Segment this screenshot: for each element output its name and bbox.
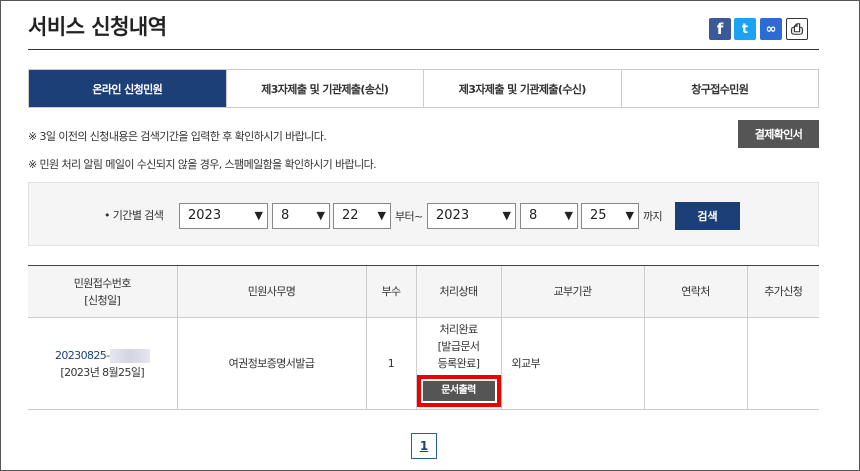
payment-receipt-button[interactable]: 결제확인서 — [738, 120, 819, 148]
header-civil-name: 민원사무명 — [176, 265, 366, 318]
chevron-down-icon: ▼ — [502, 209, 511, 222]
chevron-down-icon: ▼ — [625, 209, 634, 222]
cell-recv-no: 20230825- [2023년 8월25일] — [28, 317, 177, 410]
to-year-select[interactable]: 2023 ▼ — [427, 203, 516, 229]
from-month-value: 8 — [281, 208, 290, 223]
header-recv-date-label: [신청일] — [84, 293, 121, 307]
notice-spam-mail: ※ 민원 처리 알림 메일이 수신되지 않을 경우, 스팸메일함을 확인하시기 … — [28, 158, 377, 171]
chevron-down-icon: ▼ — [377, 209, 386, 222]
status-text: 처리완료 [발급문서 등록완료] — [417, 321, 501, 372]
header-copies: 부수 — [365, 265, 416, 318]
to-month-value: 8 — [529, 208, 538, 223]
cell-contact — [643, 317, 747, 410]
tab-bar: 온라인 신청민원 제3자제출 및 기관제출(송신) 제3자제출 및 기관제출(수… — [28, 69, 819, 108]
to-day-select[interactable]: 25 ▼ — [581, 203, 639, 229]
header-contact: 연락처 — [643, 265, 747, 318]
application-table: 민원접수번호 [신청일] 민원사무명 부수 처리상태 교부기관 연락처 추가신청… — [28, 265, 819, 410]
status-line-2: [발급문서 — [437, 339, 480, 353]
page-frame: 서비스 신청내역 f t ∞ ⎙ 온라인 신청민원 제3자제출 및 기관제출(송… — [0, 0, 860, 471]
status-line-1: 처리완료 — [439, 322, 478, 336]
from-suffix: 부터~ — [395, 210, 423, 223]
highlight-box: 문서출력 — [416, 374, 501, 407]
cell-extra — [746, 317, 819, 410]
page-title: 서비스 신청내역 — [28, 15, 167, 39]
header-recv-no-label: 민원접수번호 — [73, 276, 132, 290]
cell-agency: 외교부 — [500, 317, 644, 410]
from-day-value: 22 — [342, 208, 359, 223]
from-day-select[interactable]: 22 ▼ — [333, 203, 391, 229]
tab-online-application[interactable]: 온라인 신청민원 — [29, 70, 226, 107]
tab-counter-application[interactable]: 창구접수민원 — [620, 70, 819, 107]
tab-third-party-received[interactable]: 제3자제출 및 기관제출(수신) — [423, 70, 621, 107]
from-year-value: 2023 — [188, 208, 222, 223]
page-number-button[interactable]: 1 — [411, 433, 437, 459]
recv-date: [2023년 8월25일] — [60, 365, 145, 379]
search-button[interactable]: 검색 — [675, 202, 740, 230]
table-row: 20230825- [2023년 8월25일] 여권정보증명서발급 1 처리완료… — [28, 317, 819, 410]
header-status: 처리상태 — [415, 265, 501, 318]
cell-civil-name: 여권정보증명서발급 — [176, 317, 366, 410]
to-year-value: 2023 — [436, 208, 470, 223]
to-month-select[interactable]: 8 ▼ — [520, 203, 578, 229]
header-recv-no: 민원접수번호 [신청일] — [28, 265, 177, 318]
tab-third-party-sent[interactable]: 제3자제출 및 기관제출(송신) — [225, 70, 424, 107]
title-divider — [28, 49, 819, 50]
chevron-down-icon: ▼ — [564, 209, 573, 222]
redacted-blur — [109, 348, 150, 363]
twitter-icon[interactable]: t — [734, 18, 756, 40]
to-suffix: 까지 — [643, 210, 663, 223]
chevron-down-icon: ▼ — [316, 209, 325, 222]
link-icon[interactable]: ∞ — [760, 18, 782, 40]
chevron-down-icon: ▼ — [254, 209, 263, 222]
from-month-select[interactable]: 8 ▼ — [272, 203, 330, 229]
header-extra: 추가신청 — [746, 265, 819, 318]
notice-search-period: ※ 3일 이전의 신청내용은 검색기간을 입력한 후 확인하시기 바랍니다. — [28, 130, 327, 143]
date-filter-panel: • 기간별 검색 2023 ▼ 8 ▼ 22 ▼ 부터~ 2023 ▼ 8 ▼ … — [28, 182, 819, 246]
document-print-button[interactable]: 문서출력 — [422, 380, 495, 401]
header-agency: 교부기관 — [500, 265, 644, 318]
status-line-3: 등록완료] — [437, 356, 480, 370]
cell-status: 처리완료 [발급문서 등록완료] 문서출력 — [415, 317, 501, 410]
cell-copies: 1 — [365, 317, 416, 410]
filter-label: • 기간별 검색 — [104, 209, 164, 222]
print-icon[interactable]: ⎙ — [786, 18, 808, 40]
facebook-icon[interactable]: f — [709, 18, 731, 40]
to-day-value: 25 — [590, 208, 607, 223]
table-header-row: 민원접수번호 [신청일] 민원사무명 부수 처리상태 교부기관 연락처 추가신청 — [28, 265, 819, 318]
from-year-select[interactable]: 2023 ▼ — [179, 203, 268, 229]
recv-no-text: 20230825- — [54, 348, 110, 362]
recv-no-link[interactable]: 20230825- — [54, 348, 150, 363]
